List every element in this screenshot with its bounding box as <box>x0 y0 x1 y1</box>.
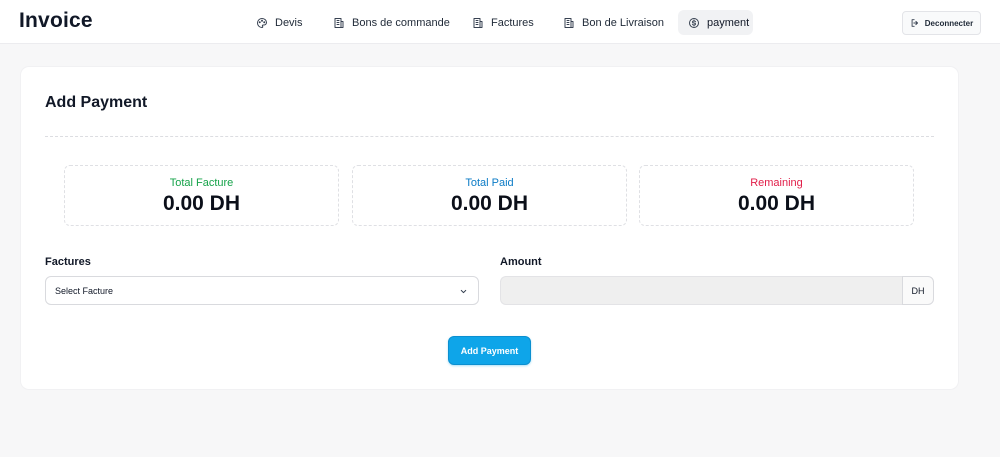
nav-item-bon-de-livraison[interactable]: Bon de Livraison <box>553 10 674 35</box>
stat-remaining: Remaining 0.00 DH <box>639 165 914 226</box>
add-payment-button[interactable]: Add Payment <box>448 336 531 365</box>
facture-select-value: Select Facture <box>55 285 114 296</box>
nav-item-devis[interactable]: Devis <box>246 10 313 35</box>
building-icon <box>473 17 483 28</box>
stat-value: 0.00 DH <box>450 192 529 215</box>
nav-item-label: Bons de commande <box>352 16 450 29</box>
stat-label: Remaining <box>750 177 803 189</box>
nav-item-label: Factures <box>491 16 534 29</box>
facture-select[interactable]: Select Facture <box>45 276 479 305</box>
top-navbar: Invoice Devis Bons de commande Factures <box>0 0 1000 44</box>
amount-input-group: DH <box>500 276 934 305</box>
stat-label: Total Paid <box>465 177 514 189</box>
logout-label: Deconnecter <box>924 18 974 28</box>
title-divider <box>45 136 934 137</box>
chevron-down-icon <box>460 289 467 294</box>
stat-total-paid: Total Paid 0.00 DH <box>352 165 627 226</box>
nav-item-payment[interactable]: payment <box>678 10 753 35</box>
nav-item-bons-de-commande[interactable]: Bons de commande <box>323 10 460 35</box>
nav-item-label: Bon de Livraison <box>582 16 664 29</box>
factures-label: Factures <box>45 256 91 268</box>
stat-value: 0.00 DH <box>162 192 241 215</box>
add-payment-card: Add Payment Total Facture 0.00 DH Total … <box>21 67 958 389</box>
palette-icon <box>257 17 267 28</box>
logout-button[interactable]: Deconnecter <box>902 11 981 35</box>
stat-label: Total Facture <box>169 177 234 189</box>
logout-icon <box>911 19 918 27</box>
nav-item-label: Devis <box>275 16 303 29</box>
main-nav: Devis Bons de commande Factures Bon de L… <box>0 0 1000 44</box>
building-icon <box>334 17 344 28</box>
dollar-circle-icon <box>689 17 699 28</box>
nav-item-factures[interactable]: Factures <box>462 10 544 35</box>
amount-input[interactable] <box>500 276 902 305</box>
stat-value: 0.00 DH <box>737 192 816 215</box>
currency-suffix: DH <box>902 276 934 305</box>
stat-total-facture: Total Facture 0.00 DH <box>64 165 339 226</box>
building-icon <box>564 17 574 28</box>
nav-item-label: payment <box>707 16 750 29</box>
page-title: Add Payment <box>45 94 148 111</box>
amount-label: Amount <box>500 256 542 268</box>
